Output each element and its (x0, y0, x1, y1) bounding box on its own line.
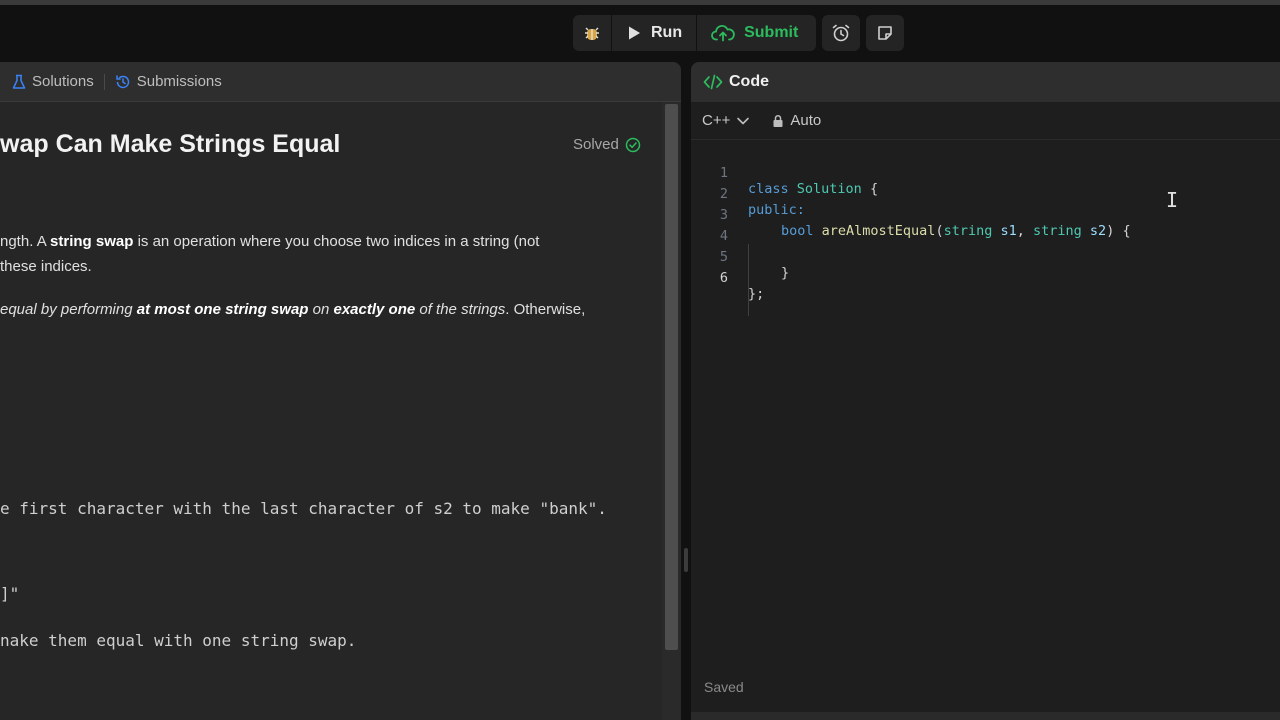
text: is an operation where you choose two ind… (133, 233, 540, 250)
history-icon (115, 74, 129, 88)
console-strip (691, 712, 1280, 720)
timer-button[interactable] (822, 15, 860, 51)
cloud-upload-icon (711, 25, 735, 42)
tab-separator (103, 73, 105, 90)
solved-label: Solved (573, 136, 619, 153)
save-status: Saved (704, 679, 744, 695)
text: ngth. A (0, 233, 51, 250)
code-line: 2 public: (691, 170, 1280, 218)
submit-button[interactable]: Submit (697, 15, 812, 51)
run-submit-group: Run Submit (573, 15, 816, 51)
code-editor[interactable]: 1 class Solution { 2 public: 3 bool areA… (691, 141, 1280, 681)
note-icon (878, 26, 892, 40)
language-selector[interactable]: C++ (702, 112, 750, 129)
problem-panel: Solutions Submissions wap Can Make Strin… (0, 62, 681, 720)
check-circle-icon (625, 137, 641, 152)
description-line-1: ngth. A string swap is an operation wher… (0, 233, 539, 250)
auto-mode[interactable]: Auto (772, 112, 821, 129)
bold-text: string swap (50, 233, 134, 250)
code-panel-header: Code (691, 62, 1280, 102)
code-line: 6 }; (691, 254, 1280, 302)
text: . Otherwise, (505, 301, 586, 318)
top-toolbar: Run Submit (0, 5, 1280, 60)
code-panel: Code C++ Auto 1 class Solution { 2 publi… (691, 62, 1280, 720)
code-line: 3 bool areAlmostEqual(string s1, string … (691, 191, 1280, 239)
italic-text: on (308, 301, 334, 318)
tab-submissions[interactable]: Submissions (115, 62, 222, 102)
example-2-output-fragment: ]" (0, 584, 20, 603)
code-line: 1 class Solution { (691, 149, 1280, 197)
italic-text: of the strings (415, 301, 506, 318)
solved-status: Solved (573, 136, 641, 153)
divider-handle[interactable] (684, 548, 688, 572)
chevron-down-icon (737, 117, 750, 124)
debug-button[interactable] (573, 15, 611, 51)
tab-solutions-label: Solutions (32, 73, 94, 90)
bug-icon (585, 27, 599, 40)
code-panel-title: Code (729, 73, 769, 90)
example-1-explanation: e first character with the last characte… (0, 499, 607, 518)
code-line: 4 (691, 212, 1280, 244)
indent-guide (748, 244, 749, 316)
example-2-explanation: nake them equal with one string swap. (0, 631, 357, 650)
lock-icon (773, 114, 783, 127)
scrollbar-thumb[interactable] (665, 104, 678, 650)
tab-solutions[interactable]: Solutions (12, 62, 94, 102)
editor-toolbar: C++ Auto (691, 102, 1280, 140)
play-icon (629, 26, 640, 40)
code-line: 5 } (691, 233, 1280, 281)
text-cursor-icon: I (1166, 188, 1179, 212)
run-button[interactable]: Run (612, 15, 696, 51)
flask-icon (12, 74, 26, 89)
italic-text: equal by performing (0, 301, 137, 318)
description-line-3: equal by performing at most one string s… (0, 301, 585, 318)
problem-title: wap Can Make Strings Equal (0, 130, 341, 158)
code-icon (703, 74, 723, 90)
description-line-2: these indices. (0, 258, 92, 275)
bold-italic-text: exactly one (333, 301, 416, 318)
language-label: C++ (702, 112, 731, 129)
panel-divider[interactable] (681, 62, 691, 720)
line-number: 6 (719, 270, 728, 286)
auto-label: Auto (790, 112, 822, 129)
tab-submissions-label: Submissions (136, 73, 222, 90)
notes-button[interactable] (866, 15, 904, 51)
problem-description: wap Can Make Strings Equal Solved ngth. … (0, 102, 662, 720)
run-label: Run (651, 24, 683, 41)
description-scrollbar[interactable] (662, 102, 681, 720)
bold-italic-text: at most one string swap (136, 301, 309, 318)
problem-tabs: Solutions Submissions (0, 62, 681, 102)
submit-label: Submit (744, 24, 799, 41)
alarm-clock-icon (832, 24, 850, 42)
code-text: }; (748, 286, 765, 302)
